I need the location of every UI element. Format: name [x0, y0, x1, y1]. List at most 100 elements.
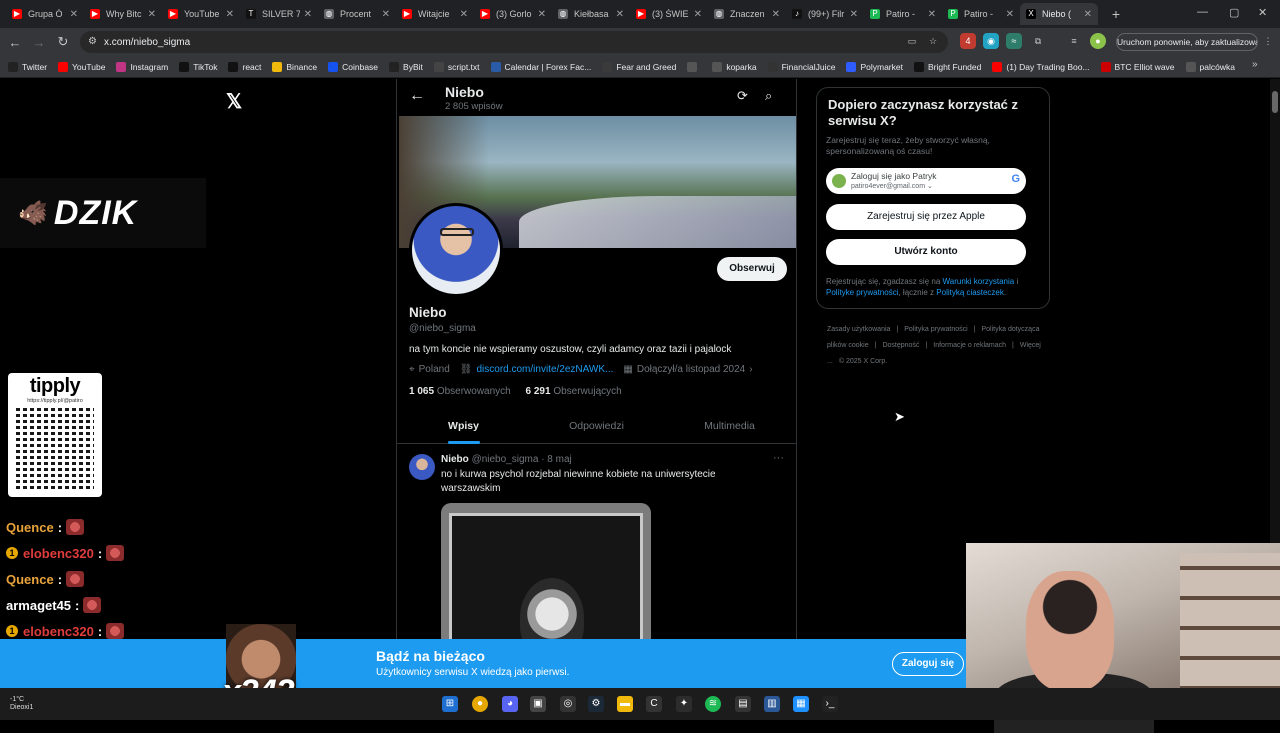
browser-tab[interactable]: ◍ Procent ✕: [318, 3, 396, 25]
close-window-icon[interactable]: ✕: [1258, 6, 1267, 19]
extension-ublock-icon[interactable]: 4: [960, 33, 976, 49]
profile-link[interactable]: discord.com/invite/2ezNAWK...: [476, 364, 613, 375]
terms-link[interactable]: Warunki korzystania: [943, 277, 1015, 286]
steam-icon[interactable]: ⚙: [588, 696, 604, 712]
bookmark-star-icon[interactable]: ☆: [925, 33, 941, 49]
bookmark-item[interactable]: BTC Elliot wave: [1100, 61, 1175, 72]
close-tab-icon[interactable]: ✕: [850, 9, 858, 20]
bookmark-item[interactable]: Calendar | Forex Fac...: [490, 61, 591, 72]
close-tab-icon[interactable]: ✕: [772, 9, 780, 20]
extension-icon[interactable]: ≈: [1006, 33, 1022, 49]
app-icon[interactable]: ✦: [676, 696, 692, 712]
footer-link[interactable]: Dostępność: [882, 342, 919, 349]
more-options-icon[interactable]: ···: [773, 452, 784, 464]
browser-tab[interactable]: ♪ (99+) Filr ✕: [786, 3, 864, 25]
file-explorer-icon[interactable]: ▬: [617, 696, 633, 712]
grok-icon[interactable]: ⟳: [737, 88, 748, 104]
follow-button[interactable]: Obserwuj: [717, 257, 787, 281]
close-tab-icon[interactable]: ✕: [694, 9, 702, 20]
browser-tab[interactable]: X Niebo (✕: [1020, 3, 1098, 25]
maximize-icon[interactable]: ▢: [1229, 6, 1239, 19]
bookmark-item[interactable]: TikTok: [179, 61, 217, 72]
reading-list-icon[interactable]: ≡: [1066, 33, 1082, 49]
tweet-author[interactable]: Niebo @niebo_sigma · 8 maj: [441, 454, 572, 465]
terminal-icon[interactable]: ›_: [822, 696, 838, 712]
login-button[interactable]: Zaloguj się: [892, 652, 964, 676]
close-tab-icon[interactable]: ✕: [148, 9, 156, 20]
close-tab-icon[interactable]: ✕: [460, 9, 468, 20]
bookmark-item[interactable]: ByBit: [389, 61, 423, 72]
bookmark-item[interactable]: Bright Funded: [913, 61, 981, 72]
apple-signup-button[interactable]: Zarejestruj się przez Apple: [826, 204, 1026, 230]
browser-tab[interactable]: ▶ Why Bitc ✕: [84, 3, 162, 25]
back-arrow-icon[interactable]: ←: [409, 87, 425, 105]
followers-stat[interactable]: 6 291 Obserwujących: [526, 386, 622, 397]
bookmark-item[interactable]: Instagram: [116, 61, 168, 72]
browser-tab[interactable]: ◍ Kiełbasa ✕: [552, 3, 630, 25]
new-tab-icon[interactable]: +: [1106, 6, 1126, 22]
app-icon[interactable]: C: [646, 696, 662, 712]
site-info-icon[interactable]: ⚙: [88, 36, 97, 47]
chevron-right-icon[interactable]: ›: [749, 364, 752, 375]
app-icon[interactable]: ▣: [530, 696, 546, 712]
close-tab-icon[interactable]: ✕: [304, 9, 312, 20]
search-icon[interactable]: ⌕: [765, 88, 772, 104]
close-tab-icon[interactable]: ✕: [226, 9, 234, 20]
bookmark-item[interactable]: FinancialJuice: [767, 61, 835, 72]
browser-tab[interactable]: ▶ Grupa Ó ✕: [6, 3, 84, 25]
reload-icon[interactable]: ↻: [51, 34, 75, 50]
weather-widget[interactable]: -1°C Dieoxi1: [10, 696, 33, 712]
following-stat[interactable]: 1 065 Obserwowanych: [409, 386, 511, 397]
footer-link[interactable]: Zasady użytkowania: [827, 326, 890, 333]
browser-tab[interactable]: ▶ (3) Gorlo ✕: [474, 3, 552, 25]
browser-menu-icon[interactable]: ⋮: [1260, 33, 1276, 49]
bookmark-item[interactable]: palcówka: [1185, 61, 1235, 72]
url-bar[interactable]: ⚙ x.com/niebo_sigma: [80, 31, 948, 53]
discord-icon[interactable]: ◕: [502, 696, 518, 712]
extension-icon[interactable]: ◉: [983, 33, 999, 49]
close-tab-icon[interactable]: ✕: [382, 9, 390, 20]
more-bookmarks-icon[interactable]: »: [1252, 59, 1258, 70]
close-tab-icon[interactable]: ✕: [1084, 9, 1092, 20]
bookmark-item[interactable]: koparka: [712, 61, 757, 72]
start-icon[interactable]: ⊞: [442, 696, 458, 712]
cast-icon[interactable]: ▭: [904, 33, 920, 49]
close-tab-icon[interactable]: ✕: [1006, 9, 1014, 20]
privacy-link[interactable]: Polityke prywatności: [826, 288, 898, 297]
extensions-puzzle-icon[interactable]: ⧉: [1030, 33, 1046, 49]
footer-link[interactable]: Polityka prywatności: [904, 326, 967, 333]
close-tab-icon[interactable]: ✕: [616, 9, 624, 20]
photos-icon[interactable]: ▦: [793, 696, 809, 712]
close-tab-icon[interactable]: ✕: [928, 9, 936, 20]
tab-posts[interactable]: Wpisy: [397, 409, 530, 444]
create-account-button[interactable]: Utwórz konto: [826, 239, 1026, 265]
spotify-icon[interactable]: ≋: [705, 696, 721, 712]
app-icon[interactable]: ▤: [735, 696, 751, 712]
tab-replies[interactable]: Odpowiedzi: [530, 409, 663, 443]
tweet-image[interactable]: [441, 503, 651, 653]
browser-tab[interactable]: T SILVER 7 ✕: [240, 3, 318, 25]
forward-icon[interactable]: →: [27, 35, 51, 50]
close-tab-icon[interactable]: ✕: [538, 9, 546, 20]
bookmark-item[interactable]: (1) Day Trading Boo...: [992, 61, 1090, 72]
bookmark-item[interactable]: react: [228, 61, 261, 72]
bookmark-item[interactable]: Binance: [272, 61, 317, 72]
back-icon[interactable]: ←: [3, 35, 27, 50]
minimize-icon[interactable]: —: [1197, 6, 1208, 18]
bookmark-item[interactable]: YouTube: [58, 61, 105, 72]
cookie-link[interactable]: Polityką ciasteczek: [936, 288, 1004, 297]
profile-avatar-icon[interactable]: ●: [1090, 33, 1106, 49]
notepad-icon[interactable]: ▥: [764, 696, 780, 712]
bookmark-item[interactable]: Coinbase: [328, 61, 378, 72]
browser-tab[interactable]: ▶ Witajcie ✕: [396, 3, 474, 25]
footer-link[interactable]: Informacje o reklamach: [933, 342, 1006, 349]
browser-tab[interactable]: ◍ Znaczen ✕: [708, 3, 786, 25]
bookmark-item[interactable]: [687, 61, 701, 72]
tab-media[interactable]: Multimedia: [663, 409, 796, 443]
chrome-icon[interactable]: ●: [472, 696, 488, 712]
bookmark-item[interactable]: Polymarket: [846, 61, 903, 72]
obs-icon[interactable]: ◎: [560, 696, 576, 712]
close-tab-icon[interactable]: ✕: [70, 9, 78, 20]
profile-avatar[interactable]: [409, 203, 503, 297]
bookmark-item[interactable]: Twitter: [8, 61, 47, 72]
